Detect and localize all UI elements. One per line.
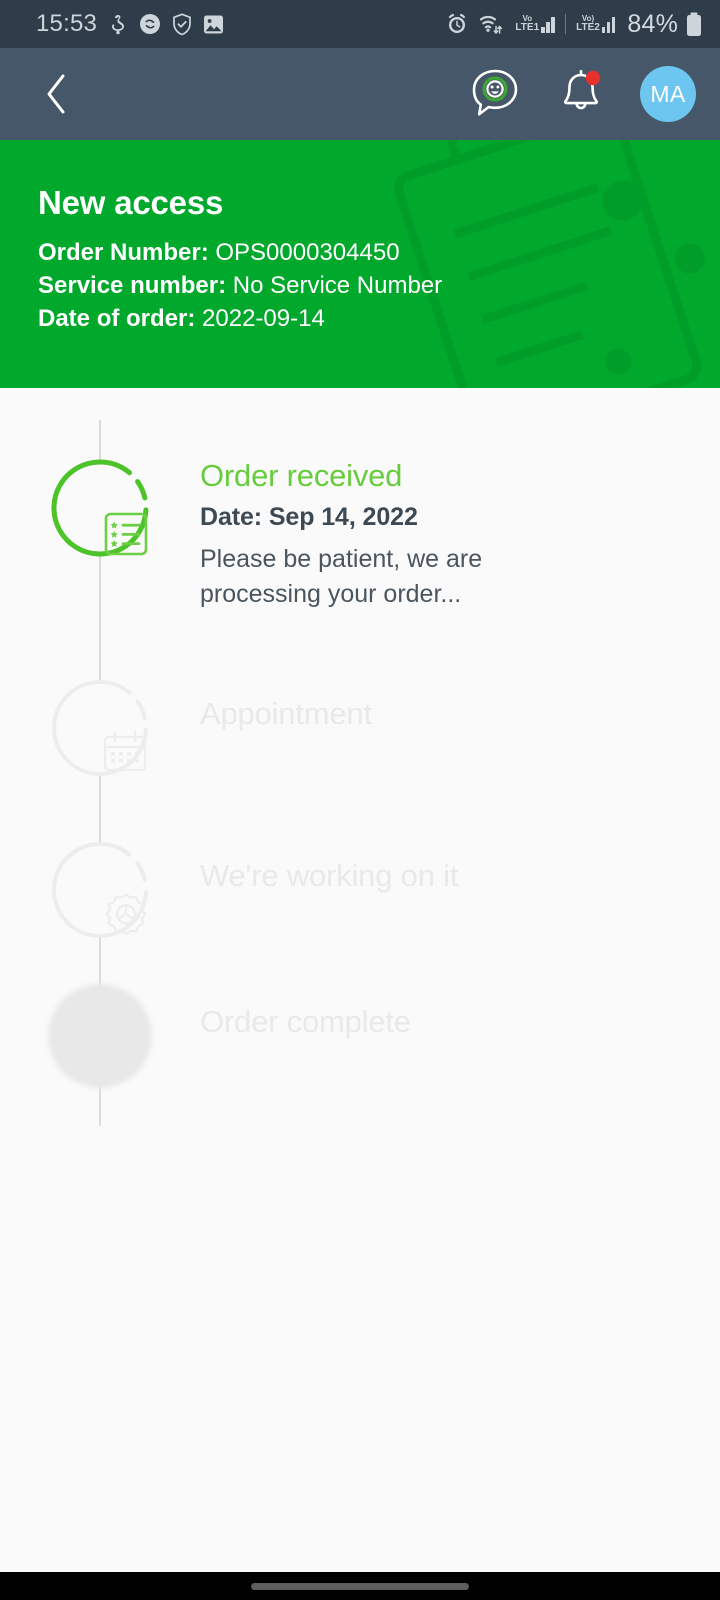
battery-icon — [687, 12, 701, 36]
chat-assistant-icon — [472, 69, 518, 116]
service-number-row: Service number: No Service Number — [38, 269, 720, 302]
timeline-step-appointment[interactable]: Appointment — [0, 676, 720, 780]
sim1-signal: Vo LTE1 — [515, 14, 555, 34]
step-title: Order received — [200, 458, 403, 493]
timeline-step-working-on-it[interactable]: We're working on it — [0, 838, 720, 942]
blob-circle-icon — [48, 984, 152, 1088]
step-marker-order-received — [0, 456, 200, 612]
step-title: Appointment — [200, 696, 372, 731]
sim1-bars — [541, 16, 555, 33]
avatar[interactable]: MA — [640, 66, 696, 122]
wallet-icon — [112, 15, 125, 35]
order-header: New access Order Number: OPS0000304450 S… — [0, 140, 720, 388]
order-number-row: Order Number: OPS0000304450 — [38, 236, 720, 269]
system-navigation-bar — [0, 1572, 720, 1600]
page-title: New access — [38, 184, 224, 221]
step-body-order-received: Order received Date: Sep 14, 2022 Please… — [200, 456, 720, 612]
chat-assistant-button[interactable] — [466, 65, 524, 123]
step-ring-inactive — [48, 676, 152, 780]
status-bar: 15:53 Vo LTE1 Vo) LTE2 84% — [0, 0, 720, 48]
step-body-order-complete: Order complete — [200, 984, 720, 1088]
status-bar-left: 15:53 — [36, 12, 224, 36]
avatar-initials: MA — [650, 80, 686, 107]
date-of-order-value: 2022-09-14 — [202, 305, 325, 332]
order-progress-timeline: Order received Date: Sep 14, 2022 Please… — [0, 388, 720, 1572]
alarm-icon — [449, 13, 466, 33]
step-marker-appointment — [0, 676, 200, 780]
date-of-order-label: Date of order: — [38, 305, 196, 332]
sim2-label: Vo) LTE2 — [576, 14, 600, 34]
date-of-order-row: Date of order: 2022-09-14 — [38, 302, 720, 335]
step-body-appointment: Appointment — [200, 676, 720, 780]
step-ring-active — [48, 456, 152, 560]
step-description: Please be patient, we are processing you… — [200, 544, 483, 608]
step-marker-order-complete — [0, 984, 200, 1088]
order-number-value: OPS0000304450 — [215, 239, 400, 266]
shield-check-icon — [173, 12, 191, 35]
wifi-icon — [480, 15, 503, 34]
back-button[interactable] — [28, 66, 84, 122]
chevron-left-icon — [47, 74, 65, 114]
sim1-label: Vo LTE1 — [515, 14, 540, 34]
sim2-signal: Vo) LTE2 — [576, 14, 616, 34]
step-title: We're working on it — [200, 858, 459, 893]
timeline-step-order-complete[interactable]: Order complete — [0, 984, 720, 1088]
sim2-bars — [601, 16, 616, 33]
status-bar-clock: 15:53 — [36, 10, 98, 37]
shazam-icon — [140, 14, 161, 34]
phone-screen: 15:53 Vo LTE1 Vo) LTE2 84% MA New access… — [0, 0, 720, 1600]
timeline-step-order-received[interactable]: Order received Date: Sep 14, 2022 Please… — [0, 456, 720, 612]
app-bar-actions: MA — [466, 65, 696, 123]
step-ring-inactive — [48, 838, 152, 942]
step-title: Order complete — [200, 1004, 411, 1039]
step-marker-working-on-it — [0, 838, 200, 942]
home-gesture-pill[interactable] — [251, 1582, 469, 1590]
notification-bell-icon — [563, 69, 601, 110]
notifications-button[interactable] — [552, 65, 610, 123]
gallery-icon — [204, 15, 224, 33]
step-body-working-on-it: We're working on it — [200, 838, 720, 942]
step-date: Date: Sep 14, 2022 — [200, 502, 418, 531]
order-number-label: Order Number: — [38, 239, 209, 266]
bell-badge-dot — [585, 70, 601, 86]
app-bar: MA — [0, 48, 720, 140]
battery-percent: 84% — [627, 9, 678, 38]
service-number-value: No Service Number — [232, 272, 443, 299]
status-bar-right: Vo LTE1 Vo) LTE2 84% — [445, 10, 702, 39]
status-divider — [564, 14, 567, 34]
order-header-content: New access Order Number: OPS0000304450 S… — [0, 140, 720, 335]
step-blob-inactive — [48, 984, 152, 1088]
service-number-label: Service number: — [38, 272, 227, 299]
